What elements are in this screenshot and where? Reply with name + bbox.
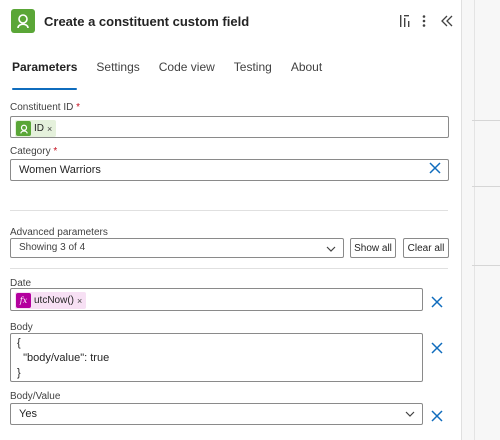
section-divider [10, 210, 448, 211]
category-value: Women Warriors [19, 164, 101, 176]
expression-fx-icon: fx [16, 293, 31, 308]
body-label: Body [10, 322, 33, 333]
remove-body-value-parameter-icon[interactable] [431, 410, 443, 426]
panel-header: Create a constituent custom field [0, 0, 462, 44]
advanced-parameters-value: Showing 3 of 4 [19, 242, 86, 253]
panel-title: Create a constituent custom field [44, 14, 250, 29]
category-field[interactable]: Women Warriors [10, 159, 449, 181]
remove-date-parameter-icon[interactable] [431, 296, 443, 312]
clear-all-button[interactable]: Clear all [403, 238, 449, 258]
constituent-id-field[interactable]: ID × [10, 116, 449, 138]
canvas-divider [472, 186, 500, 187]
canvas-divider [472, 265, 500, 266]
tab-about[interactable]: About [291, 60, 322, 84]
body-value-dropdown[interactable]: Yes [10, 403, 423, 425]
tab-settings[interactable]: Settings [96, 60, 139, 84]
chevron-down-icon [326, 246, 336, 252]
constituent-id-label-text: Constituent ID [10, 102, 74, 113]
body-line-1: { [17, 337, 21, 349]
section-divider [10, 268, 448, 269]
advanced-parameters-label: Advanced parameters [10, 227, 108, 238]
required-mark: * [76, 102, 81, 113]
remove-token-icon[interactable]: × [77, 296, 82, 306]
category-label-text: Category [10, 146, 51, 157]
designer-canvas [462, 0, 500, 440]
clear-category-icon[interactable] [429, 162, 441, 178]
tab-parameters[interactable]: Parameters [12, 60, 78, 90]
utcnow-token-label: utcNow() [34, 295, 75, 306]
connector-pin-icon[interactable] [395, 11, 415, 31]
body-value-label: Body/Value [10, 391, 61, 402]
advanced-parameters-dropdown[interactable]: Showing 3 of 4 [10, 238, 344, 258]
more-options-icon[interactable] [414, 11, 434, 31]
constituent-id-label: Constituent ID * [10, 102, 80, 113]
blackbaud-app-icon [11, 9, 35, 33]
tab-code-view[interactable]: Code view [159, 60, 215, 84]
body-field[interactable]: { "body/value": true } [10, 333, 423, 382]
show-all-button[interactable]: Show all [350, 238, 396, 258]
body-line-3: } [17, 367, 21, 379]
remove-token-icon[interactable]: × [47, 124, 52, 134]
chevron-down-icon [405, 411, 415, 417]
required-mark: * [53, 146, 58, 157]
canvas-divider [474, 0, 475, 440]
constituent-id-token[interactable]: ID × [15, 120, 57, 137]
canvas-divider [472, 120, 500, 121]
tab-testing[interactable]: Testing [234, 60, 272, 84]
panel-tabs: Parameters Settings Code view Testing Ab… [12, 60, 341, 90]
body-line-2: "body/value": true [17, 352, 110, 364]
action-panel: Create a constituent custom field Parame… [0, 0, 462, 440]
body-value-selected: Yes [19, 408, 37, 420]
constituent-id-token-label: ID [34, 123, 44, 134]
category-label: Category * [10, 146, 57, 157]
date-field[interactable]: fx utcNow() × [10, 288, 423, 311]
blackbaud-token-icon [16, 121, 31, 136]
utcnow-token[interactable]: fx utcNow() × [15, 292, 87, 309]
collapse-panel-icon[interactable] [437, 11, 457, 31]
remove-body-parameter-icon[interactable] [431, 342, 443, 358]
